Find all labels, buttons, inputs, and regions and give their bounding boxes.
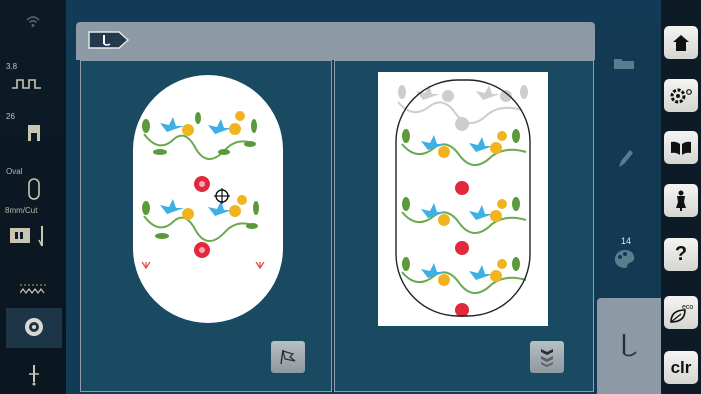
stitch-tension-icon[interactable]: [10, 76, 44, 94]
setup-button[interactable]: [664, 79, 698, 112]
eco-label: eco: [682, 304, 693, 311]
color-count-badge: 14: [621, 236, 632, 246]
wifi-icon: [26, 16, 40, 27]
oval-hoop-icon[interactable]: [28, 178, 40, 200]
eco-button[interactable]: eco: [664, 296, 698, 329]
red-flower-bottom: [194, 242, 210, 258]
design-sequence-button[interactable]: [530, 341, 564, 373]
edit-pencil-icon[interactable]: [616, 148, 634, 170]
clear-label: clr: [670, 357, 692, 377]
flag-pattern-icon: [280, 349, 296, 365]
design-preview-oval[interactable]: [132, 74, 284, 324]
status-sidebar: 3.8 26 Oval 8mm/Cut: [0, 0, 66, 394]
bobbin-status[interactable]: [6, 308, 62, 348]
red-flower-center: [194, 176, 210, 192]
design-full-preview[interactable]: [378, 72, 548, 326]
dress-form-icon: [676, 190, 686, 211]
color-palette-icon[interactable]: [613, 248, 637, 270]
embroidery-mode-tag-icon[interactable]: [88, 30, 130, 50]
folder-icon[interactable]: [613, 56, 635, 70]
home-icon: [673, 34, 689, 51]
needle-value: 3.8: [6, 62, 18, 71]
check-size-button[interactable]: [271, 341, 305, 373]
open-book-icon: [671, 141, 691, 155]
help-label: ?: [674, 243, 688, 265]
hoop-size-label: 8mm/Cut: [5, 206, 38, 215]
eco-leaf-icon: eco: [670, 304, 693, 323]
stitch-number: 26: [6, 112, 15, 121]
hoop-label: Oval: [6, 167, 23, 176]
top-toolbar: [76, 22, 595, 60]
needle-plate-icon[interactable]: [8, 224, 58, 248]
help-button[interactable]: ?: [664, 238, 698, 271]
bobbin-icon: [25, 318, 43, 336]
embroidery-mode-icon: [622, 334, 637, 357]
settings-gear-icon: [670, 88, 692, 103]
embroidery-tab-active[interactable]: [597, 298, 661, 394]
layers-icon: [541, 349, 553, 367]
home-button[interactable]: [664, 26, 698, 59]
creative-consultant-button[interactable]: [664, 184, 698, 217]
stitch-pattern-icon[interactable]: [20, 283, 48, 297]
tutorial-button[interactable]: [664, 131, 698, 164]
clear-button[interactable]: clr: [664, 351, 698, 384]
presser-foot-icon[interactable]: [27, 124, 41, 142]
needle-position-icon[interactable]: [28, 364, 40, 386]
